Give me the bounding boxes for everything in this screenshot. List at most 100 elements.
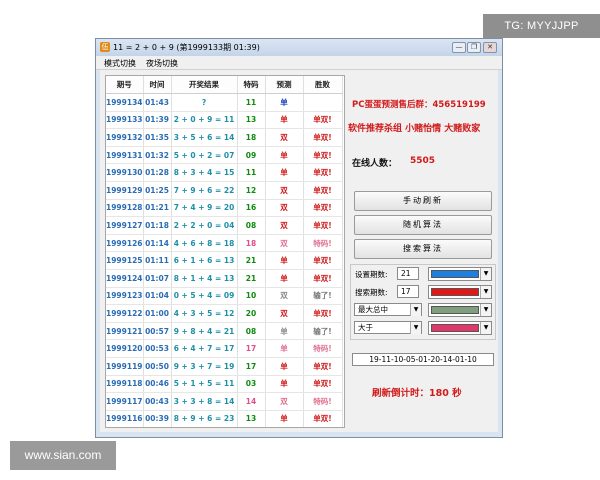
color-swatch-2 [431,288,479,296]
cell-out: 单双! [303,128,343,147]
cell-period: 1999116 [106,410,144,427]
cell-out: 单双! [303,216,343,235]
table-row[interactable]: 1999125 01:11 6 + 1 + 6 = 13 21 单单双! [106,251,343,270]
cell-out: 单双! [303,146,343,165]
cell-code: 11 [237,163,266,182]
cell-pred: 单 [265,163,304,182]
cell-period: 1999130 [106,163,144,182]
table-row[interactable]: 1999117 00:43 3 + 3 + 8 = 14 14 双特码! [106,392,343,411]
cell-out: 单双! [303,181,343,200]
watermark-top: TG: MYYJJPP [483,14,600,38]
cell-out: 单双! [303,304,343,323]
cell-time: 00:53 [143,339,172,358]
cell-code: 16 [237,199,266,218]
cell-result: 9 + 8 + 4 = 21 [171,322,238,341]
table-row[interactable]: 1999122 01:00 4 + 3 + 5 = 12 20 双单双! [106,304,343,323]
cell-time: 01:14 [143,234,172,253]
color-swatch-4 [431,324,479,332]
cell-period: 1999121 [106,322,144,341]
compare-select[interactable]: 大于 ▼ [354,321,422,334]
table-row[interactable]: 1999123 01:04 0 + 5 + 4 = 09 10 双输了! [106,287,343,306]
online-count: 5505 [410,156,436,166]
table-row[interactable]: 1999133 01:39 2 + 0 + 9 = 11 13 单单双! [106,111,343,130]
mode-select-value: 最大总中 [358,305,388,314]
cell-result: 8 + 1 + 4 = 13 [171,269,238,288]
client-area: 期号 时间 开奖结果 特码 预测 胜败 1999134 01:43? 11 单 1999… [100,70,498,432]
cell-pred: 单 [265,251,304,270]
cell-pred: 单 [265,269,304,288]
table-row[interactable]: 1999129 01:25 7 + 9 + 6 = 22 12 双单双! [106,181,343,200]
mode-select[interactable]: 最大总中 ▼ [354,303,422,316]
close-button[interactable]: ✕ [483,42,497,53]
cell-pred: 单 [265,93,304,112]
color-picker-1[interactable]: ▼ [428,267,492,281]
cell-period: 1999123 [106,287,144,306]
cell-time: 00:43 [143,392,172,411]
cell-pred: 单 [265,322,304,341]
settings-group: 设置期数: 21 ▼ 搜索期数: 17 ▼ 最大总中 ▼ ▼ 大于 ▼ ▼ [350,264,496,340]
title-bar: 伍 11 = 2 + 0 + 9 (第1999133期 01:39) — ❐ ✕ [96,39,502,56]
color-picker-2[interactable]: ▼ [428,285,492,299]
table-row[interactable]: 1999128 01:21 7 + 4 + 9 = 20 16 双单双! [106,199,343,218]
cell-out: 单双! [303,375,343,394]
cell-pred: 双 [265,216,304,235]
cell-out: 单双! [303,163,343,182]
table-row[interactable]: 1999134 01:43? 11 单 [106,93,343,112]
cell-out: 单双! [303,111,343,130]
cell-result: 2 + 2 + 0 = 04 [171,216,238,235]
cell-result: 8 + 3 + 4 = 15 [171,163,238,182]
color-picker-3[interactable]: ▼ [428,303,492,317]
color-picker-4[interactable]: ▼ [428,321,492,335]
cell-pred: 双 [265,128,304,147]
table-row[interactable]: 1999119 00:50 9 + 3 + 7 = 19 17 单单双! [106,357,343,376]
table-row[interactable]: 1999127 01:18 2 + 2 + 0 = 04 08 双单双! [106,216,343,235]
cell-time: 01:18 [143,216,172,235]
minimize-button[interactable]: — [452,42,466,53]
header-outcome: 胜败 [303,76,343,94]
table-row[interactable]: 1999124 01:07 8 + 1 + 4 = 13 21 单单双! [106,269,343,288]
table-row[interactable]: 1999118 00:46 5 + 1 + 5 = 11 03 单单双! [106,375,343,394]
cell-pred: 单 [265,357,304,376]
menu-night-switch[interactable]: 夜场切换 [146,58,178,69]
cell-code: 17 [237,339,266,358]
cell-time: 01:43 [143,93,172,112]
cell-time: 00:39 [143,410,172,427]
cell-period: 1999125 [106,251,144,270]
cell-period: 1999124 [106,269,144,288]
cell-code: 10 [237,287,266,306]
window-title: 11 = 2 + 0 + 9 (第1999133期 01:39) [113,43,260,52]
cell-time: 01:07 [143,269,172,288]
chevron-down-icon: ▼ [480,268,491,280]
cell-result: ? [171,93,238,112]
cell-out: 单双! [303,357,343,376]
random-algorithm-button[interactable]: 随机算法 [354,215,492,235]
table-row[interactable]: 1999130 01:28 8 + 3 + 4 = 15 11 单单双! [106,163,343,182]
menu-mode-switch[interactable]: 模式切换 [104,58,136,69]
search-algorithm-button[interactable]: 搜索算法 [354,239,492,259]
online-label: 在线人数： [352,159,398,169]
table-row[interactable]: 1999132 01:35 3 + 5 + 6 = 14 18 双单双! [106,128,343,147]
restore-button[interactable]: ❐ [467,42,481,53]
table-row[interactable]: 1999121 00:57 9 + 8 + 4 = 21 08 单输了! [106,322,343,341]
cell-period: 1999126 [106,234,144,253]
table-row[interactable]: 1999116 00:39 8 + 9 + 6 = 23 13 单单双! [106,410,343,427]
sequence-display: 19-11-10-05-01-20-14-01-10 [352,353,494,366]
cell-result: 5 + 0 + 2 = 07 [171,146,238,165]
table-row[interactable]: 1999120 00:53 6 + 4 + 7 = 17 17 单特码! [106,339,343,358]
chevron-down-icon: ▼ [480,322,491,334]
cell-result: 3 + 5 + 6 = 14 [171,128,238,147]
cell-out: 单双! [303,251,343,270]
search-period-input[interactable]: 17 [397,285,419,298]
table-row[interactable]: 1999131 01:32 5 + 0 + 2 = 07 09 单单双! [106,146,343,165]
header-prediction: 预测 [265,76,304,94]
results-table[interactable]: 期号 时间 开奖结果 特码 预测 胜败 1999134 01:43? 11 单 1999… [105,75,345,428]
setting-period-input[interactable]: 21 [397,267,419,280]
cell-code: 14 [237,392,266,411]
cell-out: 输了! [303,287,343,306]
table-row[interactable]: 1999126 01:14 4 + 6 + 8 = 18 18 双特码! [106,234,343,253]
cell-code: 12 [237,181,266,200]
chevron-down-icon: ▼ [480,304,491,316]
cell-out [303,93,343,112]
manual-refresh-button[interactable]: 手动刷新 [354,191,492,211]
cell-period: 1999132 [106,128,144,147]
